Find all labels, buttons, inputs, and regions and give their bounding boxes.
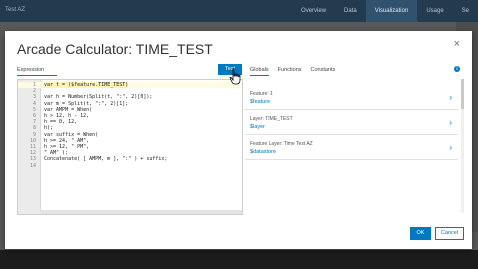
vertical-scrollbar[interactable] [461, 79, 464, 213]
global-value: $feature [250, 99, 271, 105]
hand-pointer-icon [229, 68, 241, 85]
nav-settings[interactable]: Se [453, 0, 478, 22]
global-item-layer[interactable]: Layer: TIME_TEST $layer › [245, 112, 458, 135]
global-value: $layer [250, 124, 265, 130]
nav-overview[interactable]: Overview [292, 0, 335, 22]
tab-expression[interactable]: Expression [17, 67, 57, 76]
tab-functions[interactable]: Functions [278, 67, 302, 76]
chevron-right-icon: › [449, 93, 452, 102]
cancel-button[interactable]: Cancel [435, 227, 464, 240]
global-value: $datastore [250, 149, 276, 155]
global-label: Layer: TIME_TEST [250, 116, 293, 122]
info-icon[interactable]: i [454, 66, 460, 72]
scrollbar-thumb[interactable] [461, 79, 464, 109]
globals-list: Feature: 1 $feature › Layer: TIME_TEST $… [245, 79, 464, 213]
reference-tabs: Globals Functions Constants [250, 67, 344, 76]
global-item-datastore[interactable]: Feature Layer: Time Test AZ $datastore › [245, 137, 458, 160]
chevron-right-icon: › [449, 118, 452, 127]
global-item-feature[interactable]: Feature: 1 $feature › [245, 87, 458, 110]
chevron-right-icon: › [449, 143, 452, 152]
global-label: Feature Layer: Time Test AZ [250, 141, 313, 147]
tab-globals[interactable]: Globals [250, 67, 269, 76]
app-title: Test AZ [5, 7, 26, 13]
code-editor[interactable]: 1 var t = ($feature.TIME_TEST) 2 3 var h =… [17, 79, 243, 215]
ok-button[interactable]: OK [410, 227, 431, 240]
code-line: 14 [29, 162, 36, 169]
background-footer [0, 250, 478, 269]
dialog-title: Arcade Calculator: TIME_TEST [17, 41, 213, 57]
arcade-calculator-dialog: Arcade Calculator: TIME_TEST × Expressio… [5, 31, 472, 249]
nav-data[interactable]: Data [335, 0, 366, 22]
app-header: Test AZ Overview Data Visualization Usag… [0, 0, 478, 22]
horizontal-scrollbar[interactable] [40, 210, 242, 214]
tab-constants[interactable]: Constants [311, 67, 336, 76]
global-label: Feature: 1 [250, 91, 273, 97]
close-icon[interactable]: × [454, 38, 460, 50]
nav-visualization[interactable]: Visualization [365, 0, 418, 22]
nav-usage[interactable]: Usage [417, 0, 452, 22]
app-nav: Overview Data Visualization Usage Se [292, 0, 478, 22]
